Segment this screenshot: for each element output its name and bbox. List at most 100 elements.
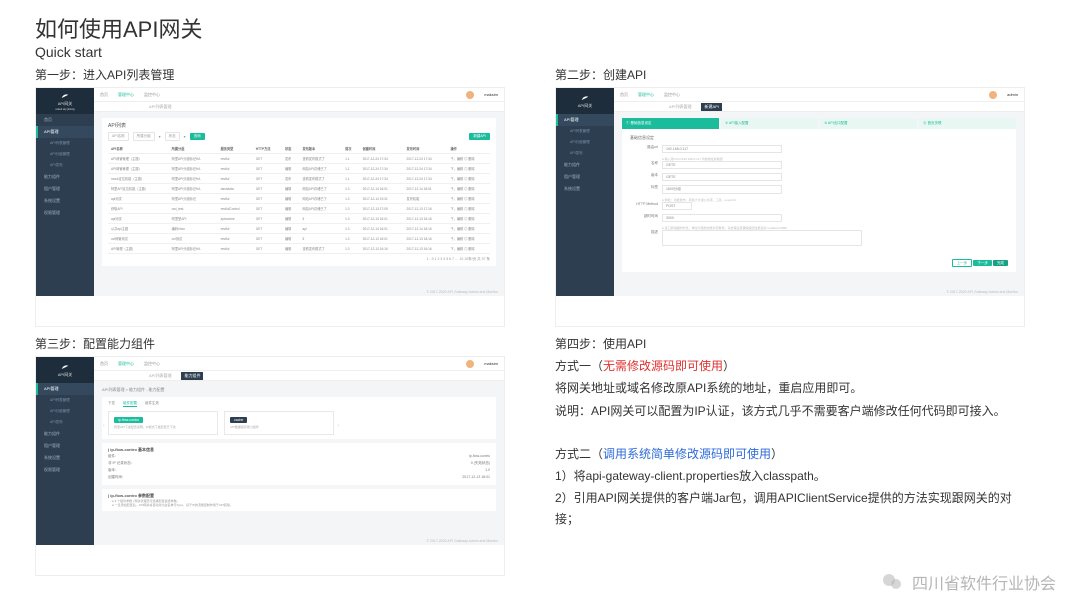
- next-button[interactable]: 下一步: [973, 260, 992, 266]
- name-input[interactable]: GETE: [662, 161, 782, 169]
- table-header: 创建时间: [360, 144, 404, 154]
- kv-row: 创建时间：2017-12-13 18:01: [108, 474, 490, 481]
- bullet: ● 一旦添加配置后，API网关将自动对比白名单与Type，基于IP的流量控制作用…: [108, 503, 490, 507]
- table-row[interactable]: 获取APIowl_testrestfulControlGET编辑网站API存储已…: [108, 204, 490, 214]
- table-header: 首次: [342, 144, 359, 154]
- topnav-home[interactable]: 首页: [100, 92, 108, 98]
- avatar[interactable]: [989, 91, 997, 99]
- footer: © 2017-2020 API Gateway Admin and Monito…: [426, 290, 498, 294]
- table-row[interactable]: 阿里API定位机能（主题）阿里API分组标记HAdashdataGET编辑网站A…: [108, 184, 490, 194]
- topnav-mon[interactable]: 监控中心: [664, 92, 680, 98]
- nav-ability[interactable]: 能力组件: [36, 171, 94, 183]
- pagination[interactable]: 1 - 9 1 2 3 4 5 6 7 … 10 10条/页 共 97 条: [108, 254, 490, 262]
- table-header: 状态: [282, 144, 299, 154]
- nav-rights[interactable]: 权限管理: [36, 464, 94, 476]
- table-header: HTTP方法: [253, 144, 282, 154]
- finish-button[interactable]: 完成: [993, 260, 1008, 266]
- avatar[interactable]: [466, 91, 474, 99]
- table-row[interactable]: api测试阿里型APIspbootmeGET编辑51.02017-12-13 1…: [108, 214, 490, 224]
- page-title: 如何使用API网关: [0, 0, 1080, 44]
- topnav-mon[interactable]: 监控中心: [144, 92, 160, 98]
- tag-input[interactable]: 1600分组: [662, 185, 782, 194]
- nav-api-group[interactable]: API分组管理: [556, 137, 614, 148]
- add-api-button[interactable]: 新建API: [469, 133, 490, 140]
- nav-api-list[interactable]: API列表管理: [36, 395, 94, 406]
- nav-api-mgr[interactable]: API管理: [36, 383, 94, 395]
- breadcrumb: API列表管理 > 能力组件 - 能力配置: [102, 387, 496, 393]
- nav-home[interactable]: 首页: [36, 114, 94, 126]
- wechat-icon: [880, 570, 904, 594]
- footer: © 2017-2020 API Gateway Admin and Monito…: [426, 539, 498, 543]
- ability-tab[interactable]: 组件配置: [123, 401, 137, 407]
- footer: © 2017-2020 API Gateway Admin and Monito…: [946, 290, 1018, 294]
- nav-api-mgr[interactable]: API管理: [556, 114, 614, 126]
- nav-ability[interactable]: 能力组件: [36, 428, 94, 440]
- brand-logo: API网关 united sky jintong: [36, 88, 94, 114]
- desc-textarea[interactable]: [662, 230, 862, 246]
- table-row[interactable]: API管理（主题）阿里API分组标记HArestfulGET编辑查看发布模式了1…: [108, 244, 490, 254]
- table-row[interactable]: API网管管理（主题）阿里API分组标记HArestfulGET发布查看发布模式…: [108, 154, 490, 164]
- table-header: 所属分组: [169, 144, 218, 154]
- step4-label: 第四步：使用API: [555, 335, 1025, 352]
- table-row[interactable]: 公共api主题编码nfcmrestfulGET编辑api1.02017-12-1…: [108, 224, 490, 234]
- nav-ability[interactable]: 能力组件: [556, 159, 614, 171]
- nav-api-pub[interactable]: API发布: [556, 148, 614, 159]
- table-row[interactable]: ovl网管测试ovl测试restfulGET编辑51.02017-12-13 1…: [108, 234, 490, 244]
- table-row[interactable]: api测试阿里API分组标记restfulGET编辑网站API存储已了1.020…: [108, 194, 490, 204]
- ability-tab[interactable]: 组件生效: [145, 401, 159, 407]
- route-input[interactable]: 192.168.0.117: [662, 145, 782, 153]
- nav-settings[interactable]: 系统设置: [36, 452, 94, 464]
- nav-rights[interactable]: 权限管理: [36, 207, 94, 219]
- user-name: maksim: [484, 92, 498, 97]
- nav-api-mgr[interactable]: API管理: [36, 126, 94, 138]
- filter-name[interactable]: API名称: [108, 132, 129, 141]
- table-header: 操作: [447, 144, 490, 154]
- topnav-home[interactable]: 首页: [620, 92, 628, 98]
- wizard-tab[interactable]: ① 基础信息设定: [622, 118, 719, 129]
- search-button[interactable]: 查询: [190, 133, 205, 140]
- topnav-mon[interactable]: 监控中心: [144, 361, 160, 367]
- ability-tab[interactable]: 下发: [108, 401, 115, 407]
- topnav-mgr[interactable]: 管理中心: [638, 92, 654, 98]
- panel-title: API列表: [108, 122, 490, 129]
- topnav-mgr[interactable]: 管理中心: [118, 361, 134, 367]
- wizard-tab[interactable]: ② API接入配置: [721, 118, 818, 129]
- screenshot-step3: API网关 API管理 API列表管理 API分组管理 API发布 能力组件 租…: [35, 356, 505, 576]
- table-row[interactable]: API网管管理（主题）阿里API分组标记HArestfulGET编辑网站API存…: [108, 164, 490, 174]
- nav-api-list[interactable]: API列表管理: [36, 138, 94, 149]
- nav-api-pub[interactable]: API发布: [36, 160, 94, 171]
- prev-button[interactable]: 上一步: [952, 259, 973, 267]
- method-select[interactable]: POST: [662, 202, 692, 210]
- version-input[interactable]: GETE: [662, 173, 782, 181]
- chevron-right-icon[interactable]: ›: [337, 423, 339, 429]
- nav-api-group[interactable]: API分组管理: [36, 406, 94, 417]
- nav-api-list[interactable]: API列表管理: [556, 126, 614, 137]
- nav-settings[interactable]: 系统设置: [36, 195, 94, 207]
- chevron-left-icon[interactable]: ‹: [103, 423, 105, 429]
- topnav-home[interactable]: 首页: [100, 361, 108, 367]
- kv-row: 非 IP 记录状态：0 (失效状态): [108, 460, 490, 467]
- wizard-tab[interactable]: ③ API出口配置: [820, 118, 917, 129]
- filter-state[interactable]: 状态: [165, 132, 180, 141]
- nav-tenant[interactable]: 租户管理: [36, 440, 94, 452]
- table-header: API名称: [108, 144, 169, 154]
- ability-card-cache[interactable]: › cache API数据缓存能力组件: [224, 411, 334, 435]
- step3-label: 第三步：配置能力组件: [35, 335, 505, 352]
- avatar[interactable]: [466, 360, 474, 368]
- table-header: 发布时间: [404, 144, 448, 154]
- timeout-input[interactable]: 3000: [662, 214, 782, 222]
- screenshot-step2: API网关 API管理 API列表管理 API分组管理 API发布 能力组件 租…: [555, 87, 1025, 327]
- filter-group[interactable]: 所属分组: [133, 132, 155, 141]
- brand-logo: API网关: [36, 357, 94, 383]
- nav-tenant[interactable]: 租户管理: [556, 171, 614, 183]
- nav-api-pub[interactable]: API发布: [36, 417, 94, 428]
- step2-label: 第二步：创建API: [555, 66, 1025, 83]
- table-row[interactable]: mock定位机能（主题）阿里API分组标记HArestfulGET发布查看发布模…: [108, 174, 490, 184]
- wizard-tab[interactable]: ④ 首页关联: [919, 118, 1016, 129]
- topnav-mgr[interactable]: 管理中心: [118, 92, 134, 98]
- watermark: 四川省软件行业协会: [880, 570, 1056, 594]
- nav-tenant[interactable]: 租户管理: [36, 183, 94, 195]
- nav-settings[interactable]: 系统设置: [556, 183, 614, 195]
- nav-api-group[interactable]: API分组管理: [36, 149, 94, 160]
- ability-card-ipflow[interactable]: ‹ ip-flow-contro 阿里API下发配置说明，IP模式下发配置已下线: [108, 411, 218, 435]
